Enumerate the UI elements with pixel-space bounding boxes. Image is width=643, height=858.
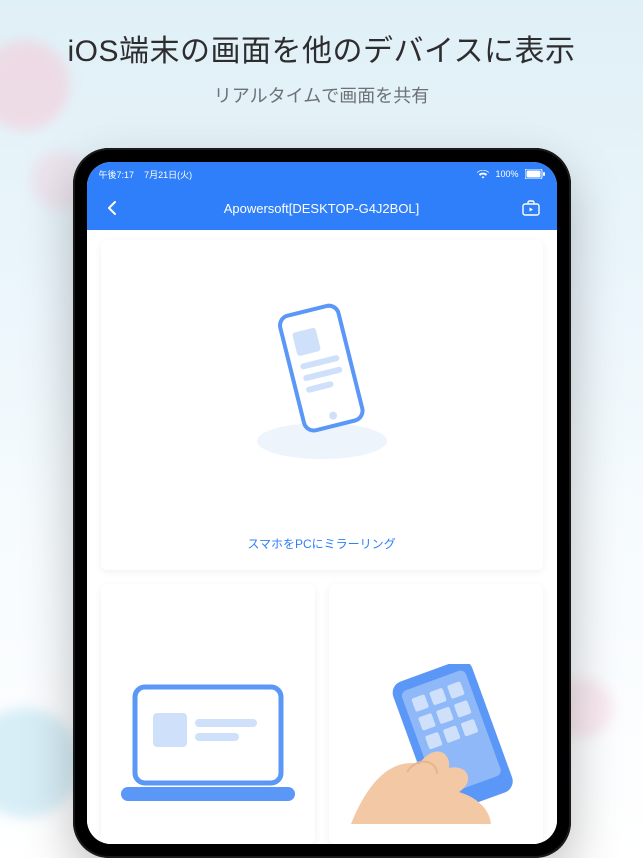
tablet-frame: 午後7:17 7月21日(火) 100% Apowersoft[DESKTOP-… bbox=[73, 148, 571, 858]
briefcase-play-icon bbox=[522, 200, 540, 216]
battery-icon bbox=[525, 169, 545, 179]
card-hand-phone[interactable] bbox=[329, 584, 543, 844]
status-right: 100% bbox=[477, 169, 544, 179]
chevron-left-icon bbox=[106, 201, 120, 215]
hero-subtitle: リアルタイムで画面を共有 bbox=[0, 82, 643, 108]
gallery-button[interactable] bbox=[519, 196, 543, 220]
card-laptop[interactable] bbox=[101, 584, 315, 844]
card-row bbox=[101, 584, 543, 844]
hero: iOS端末の画面を他のデバイスに表示 リアルタイムで画面を共有 bbox=[0, 0, 643, 108]
nav-title: Apowersoft[DESKTOP-G4J2BOL] bbox=[87, 201, 557, 216]
phone-illustration bbox=[101, 240, 543, 521]
status-date: 7月21日(火) bbox=[144, 170, 192, 180]
status-bar: 午後7:17 7月21日(火) 100% bbox=[87, 162, 557, 186]
back-button[interactable] bbox=[101, 196, 125, 220]
nav-bar: Apowersoft[DESKTOP-G4J2BOL] bbox=[87, 186, 557, 230]
battery-percent: 100% bbox=[495, 169, 518, 179]
status-left: 午後7:17 7月21日(火) bbox=[99, 168, 193, 181]
content-area: スマホをPCにミラーリング bbox=[87, 230, 557, 844]
hero-title: iOS端末の画面を他のデバイスに表示 bbox=[0, 26, 643, 70]
status-time: 午後7:17 bbox=[99, 170, 135, 180]
wifi-icon bbox=[477, 170, 489, 179]
laptop-illustration bbox=[101, 584, 315, 844]
card-phone-to-pc[interactable]: スマホをPCにミラーリング bbox=[101, 240, 543, 570]
card-main-caption: スマホをPCにミラーリング bbox=[247, 521, 395, 570]
tablet-screen: 午後7:17 7月21日(火) 100% Apowersoft[DESKTOP-… bbox=[87, 162, 557, 844]
hand-phone-illustration bbox=[329, 584, 543, 844]
